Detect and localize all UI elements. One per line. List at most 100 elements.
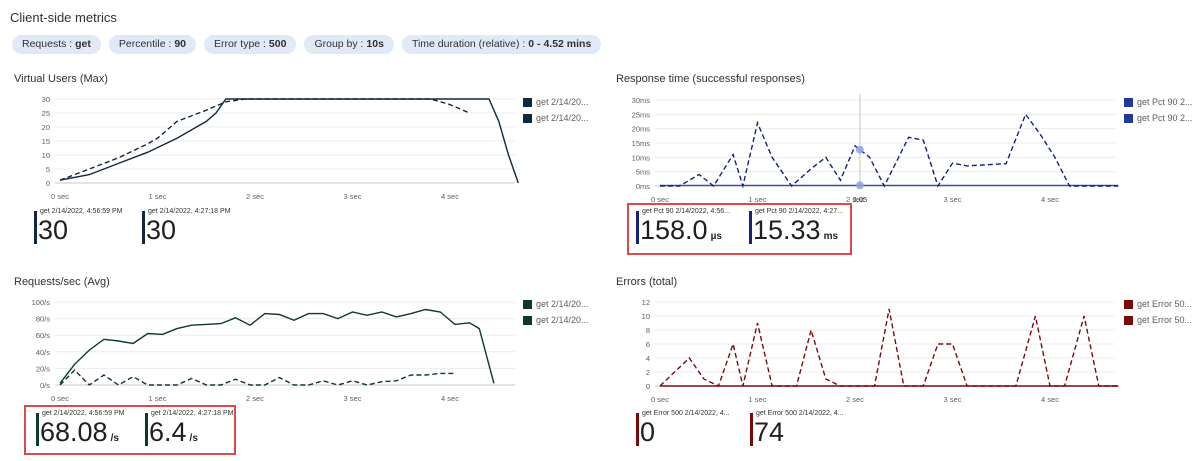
series-line	[59, 98, 470, 181]
crosshair-label: 2.05	[853, 195, 868, 204]
legend-item[interactable]: get Error 50...	[1124, 296, 1192, 312]
x-tick-label: 2 sec	[246, 394, 264, 403]
y-tick-label: 0	[646, 382, 650, 391]
metric-number: 158.0	[640, 215, 708, 245]
metric-value: 74	[754, 416, 784, 448]
x-tick-label: 3 sec	[944, 195, 962, 204]
metric-number: 30	[38, 215, 69, 245]
y-tick-label: 4	[646, 354, 650, 363]
errors-title: Errors (total)	[616, 276, 678, 288]
y-tick-label: 40/s	[36, 348, 50, 357]
x-tick-label: 3 sec	[944, 395, 962, 404]
legend-item[interactable]: get 2/14/20...	[523, 110, 589, 126]
filter-error-type[interactable]: Error type : 500	[204, 35, 297, 54]
filter-group-by[interactable]: Group by : 10s	[304, 35, 394, 54]
response-time-chart[interactable]: 0ms5ms10ms15ms20ms25ms30ms0 sec 1 sec 2 se…	[600, 90, 1120, 208]
x-tick-label: 2 sec	[246, 192, 264, 201]
x-tick-label: 3 sec	[344, 394, 362, 403]
y-tick-label: 100/s	[32, 298, 51, 307]
legend-item[interactable]: get 2/14/20...	[523, 94, 589, 110]
metric-number: 6.4	[149, 417, 187, 447]
x-tick-label: 4 sec	[441, 394, 459, 403]
virtual-users-title: Virtual Users (Max)	[14, 73, 108, 85]
crosshair-marker	[855, 145, 864, 154]
errors-metric: get Error 500 2/14/2022, 4... 74	[750, 410, 860, 450]
legend-swatch	[523, 113, 532, 123]
legend-swatch	[1124, 315, 1133, 325]
x-tick-label: 4 sec	[441, 192, 459, 201]
filter-name: Requests	[22, 38, 67, 50]
x-tick-label: 1 sec	[149, 394, 167, 403]
errors-metric: get Error 500 2/14/2022, 4... 0	[636, 410, 746, 450]
metric-bar	[145, 413, 148, 446]
metric-bar	[636, 211, 639, 244]
y-tick-label: 80/s	[36, 315, 50, 324]
requests-per-sec-chart[interactable]: 0/s 20/s 40/s 60/s 80/s 100/s 0 sec 1 sec 2 sec 3…	[0, 293, 600, 409]
legend-item[interactable]: get Pct 90 2...	[1124, 110, 1193, 126]
legend-swatch	[523, 315, 532, 325]
errors-chart[interactable]: 0 2 4 6 8 10 12 0 sec 1 sec 2 sec 3 sec 4 sec	[600, 293, 1120, 409]
metric-bar	[750, 413, 753, 446]
x-tick-label: 0 sec	[51, 192, 69, 201]
metric-value: 68.08/s	[40, 416, 119, 455]
virtual-users-metric: get 2/14/2022, 4:27:18 PM 30	[142, 208, 242, 248]
y-tick-label: 10	[642, 312, 650, 321]
y-tick-label: 25ms	[632, 110, 651, 119]
crosshair-marker	[855, 181, 864, 190]
series-line	[59, 308, 495, 384]
y-tick-label: 0	[46, 179, 50, 188]
filter-value: 500	[268, 38, 287, 50]
y-tick-label: 12	[642, 298, 650, 307]
legend-label: get 2/14/20...	[536, 315, 589, 325]
response-time-legend: get Pct 90 2... get Pct 90 2...	[1124, 94, 1193, 126]
y-tick-label: 60/s	[36, 331, 50, 340]
legend-item[interactable]: get Pct 90 2...	[1124, 94, 1193, 110]
filter-value: 10s	[366, 38, 384, 50]
virtual-users-chart[interactable]: 0 5 10 15 20 25 30 0 sec 1 sec 2 sec 3 sec 4 sec	[0, 90, 600, 208]
filter-requests[interactable]: Requests : get	[12, 35, 101, 54]
requests-per-sec-metric: get 2/14/2022, 4:27:18 PM 6.4/s	[145, 410, 234, 450]
filter-name: Time duration (relative)	[411, 38, 520, 50]
requests-per-sec-legend: get 2/14/20... get 2/14/20...	[523, 296, 589, 328]
y-tick-label: 5	[46, 165, 50, 174]
legend-label: get Pct 90 2...	[1137, 113, 1193, 123]
requests-per-sec-metric: get 2/14/2022, 4:56:59 PM 68.08/s	[36, 410, 141, 450]
legend-item[interactable]: get 2/14/20...	[523, 312, 589, 328]
y-tick-label: 20/s	[36, 364, 50, 373]
y-tick-label: 15	[42, 137, 50, 146]
legend-label: get 2/14/20...	[536, 299, 589, 309]
legend-item[interactable]: get 2/14/20...	[523, 296, 589, 312]
y-tick-label: 6	[646, 340, 650, 349]
legend-label: get Pct 90 2...	[1137, 97, 1193, 107]
filter-name: Error type	[214, 38, 261, 50]
y-tick-label: 0ms	[636, 182, 650, 191]
filter-time-duration[interactable]: Time duration (relative) : 0 - 4.52 mins	[401, 35, 602, 54]
metric-number: 30	[146, 215, 177, 245]
metric-label: get Error 500 2/14/2022, 4...	[642, 410, 730, 417]
filter-percentile[interactable]: Percentile : 90	[108, 35, 197, 54]
metric-value: 15.33 ms	[753, 214, 838, 253]
y-tick-label: 10ms	[632, 153, 651, 162]
series-line	[660, 112, 1119, 189]
filter-value: 0 - 4.52 mins	[528, 38, 592, 50]
y-tick-label: 10	[42, 151, 50, 160]
metric-unit: /s	[189, 433, 198, 444]
y-tick-label: 30	[42, 95, 50, 104]
x-tick-label: 0 sec	[651, 395, 669, 404]
legend-label: get Error 50...	[1137, 315, 1193, 325]
x-tick-label: 1 sec	[149, 192, 167, 201]
legend-swatch	[523, 299, 532, 309]
metric-value: 6.4/s	[149, 416, 198, 455]
series-line	[59, 369, 455, 386]
legend-label: get Error 50...	[1137, 299, 1193, 309]
metric-number: 68.08	[40, 417, 108, 447]
filter-bar: Requests : get Percentile : 90 Error typ…	[12, 35, 602, 54]
y-tick-label: 0/s	[40, 381, 50, 390]
errors-legend: get Error 50... get Error 50...	[1124, 296, 1192, 328]
legend-item[interactable]: get Error 50...	[1124, 312, 1192, 328]
x-tick-label: 1 sec	[749, 395, 767, 404]
response-time-metric: get Pct 90 2/14/2022, 4:27... 15.33 ms	[749, 208, 849, 248]
metric-bar	[34, 211, 37, 244]
legend-label: get 2/14/20...	[536, 97, 589, 107]
metric-unit: ms	[823, 231, 839, 242]
